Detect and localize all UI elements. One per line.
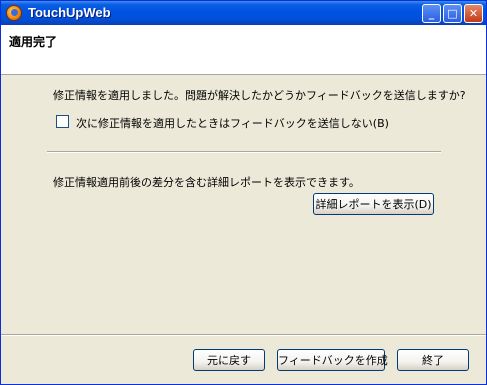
report-description: 修正情報適用前後の差分を含む詳細レポートを表示できます。: [53, 176, 360, 189]
no-feedback-label[interactable]: 次に修正情報を適用したときはフィードバックを送信しない(B): [76, 115, 389, 131]
minimize-button[interactable]: _: [422, 4, 441, 23]
close-button[interactable]: ✕: [464, 4, 483, 23]
footer-divider: [1, 334, 486, 336]
dialog-window: TouchUpWeb _ □ ✕ 適用完了 修正情報を適用しました。問題が解決し…: [0, 0, 487, 385]
header-panel: 適用完了: [1, 25, 486, 75]
maximize-button[interactable]: □: [443, 4, 462, 23]
show-report-button[interactable]: 詳細レポートを表示(D): [313, 193, 434, 215]
no-feedback-checkbox[interactable]: [56, 115, 69, 128]
firefox-icon: [6, 5, 22, 21]
create-feedback-button[interactable]: フィードバックを作成: [277, 349, 388, 371]
page-title: 適用完了: [9, 35, 58, 49]
undo-button[interactable]: 元に戻す: [193, 349, 265, 371]
title-bar[interactable]: TouchUpWeb _ □ ✕: [1, 1, 486, 25]
finish-button[interactable]: 終了: [397, 349, 469, 371]
feedback-question: 修正情報を適用しました。問題が解決したかどうかフィードバックを送信しますか?: [53, 89, 466, 102]
section-divider: [47, 151, 441, 153]
window-title: TouchUpWeb: [28, 5, 111, 20]
